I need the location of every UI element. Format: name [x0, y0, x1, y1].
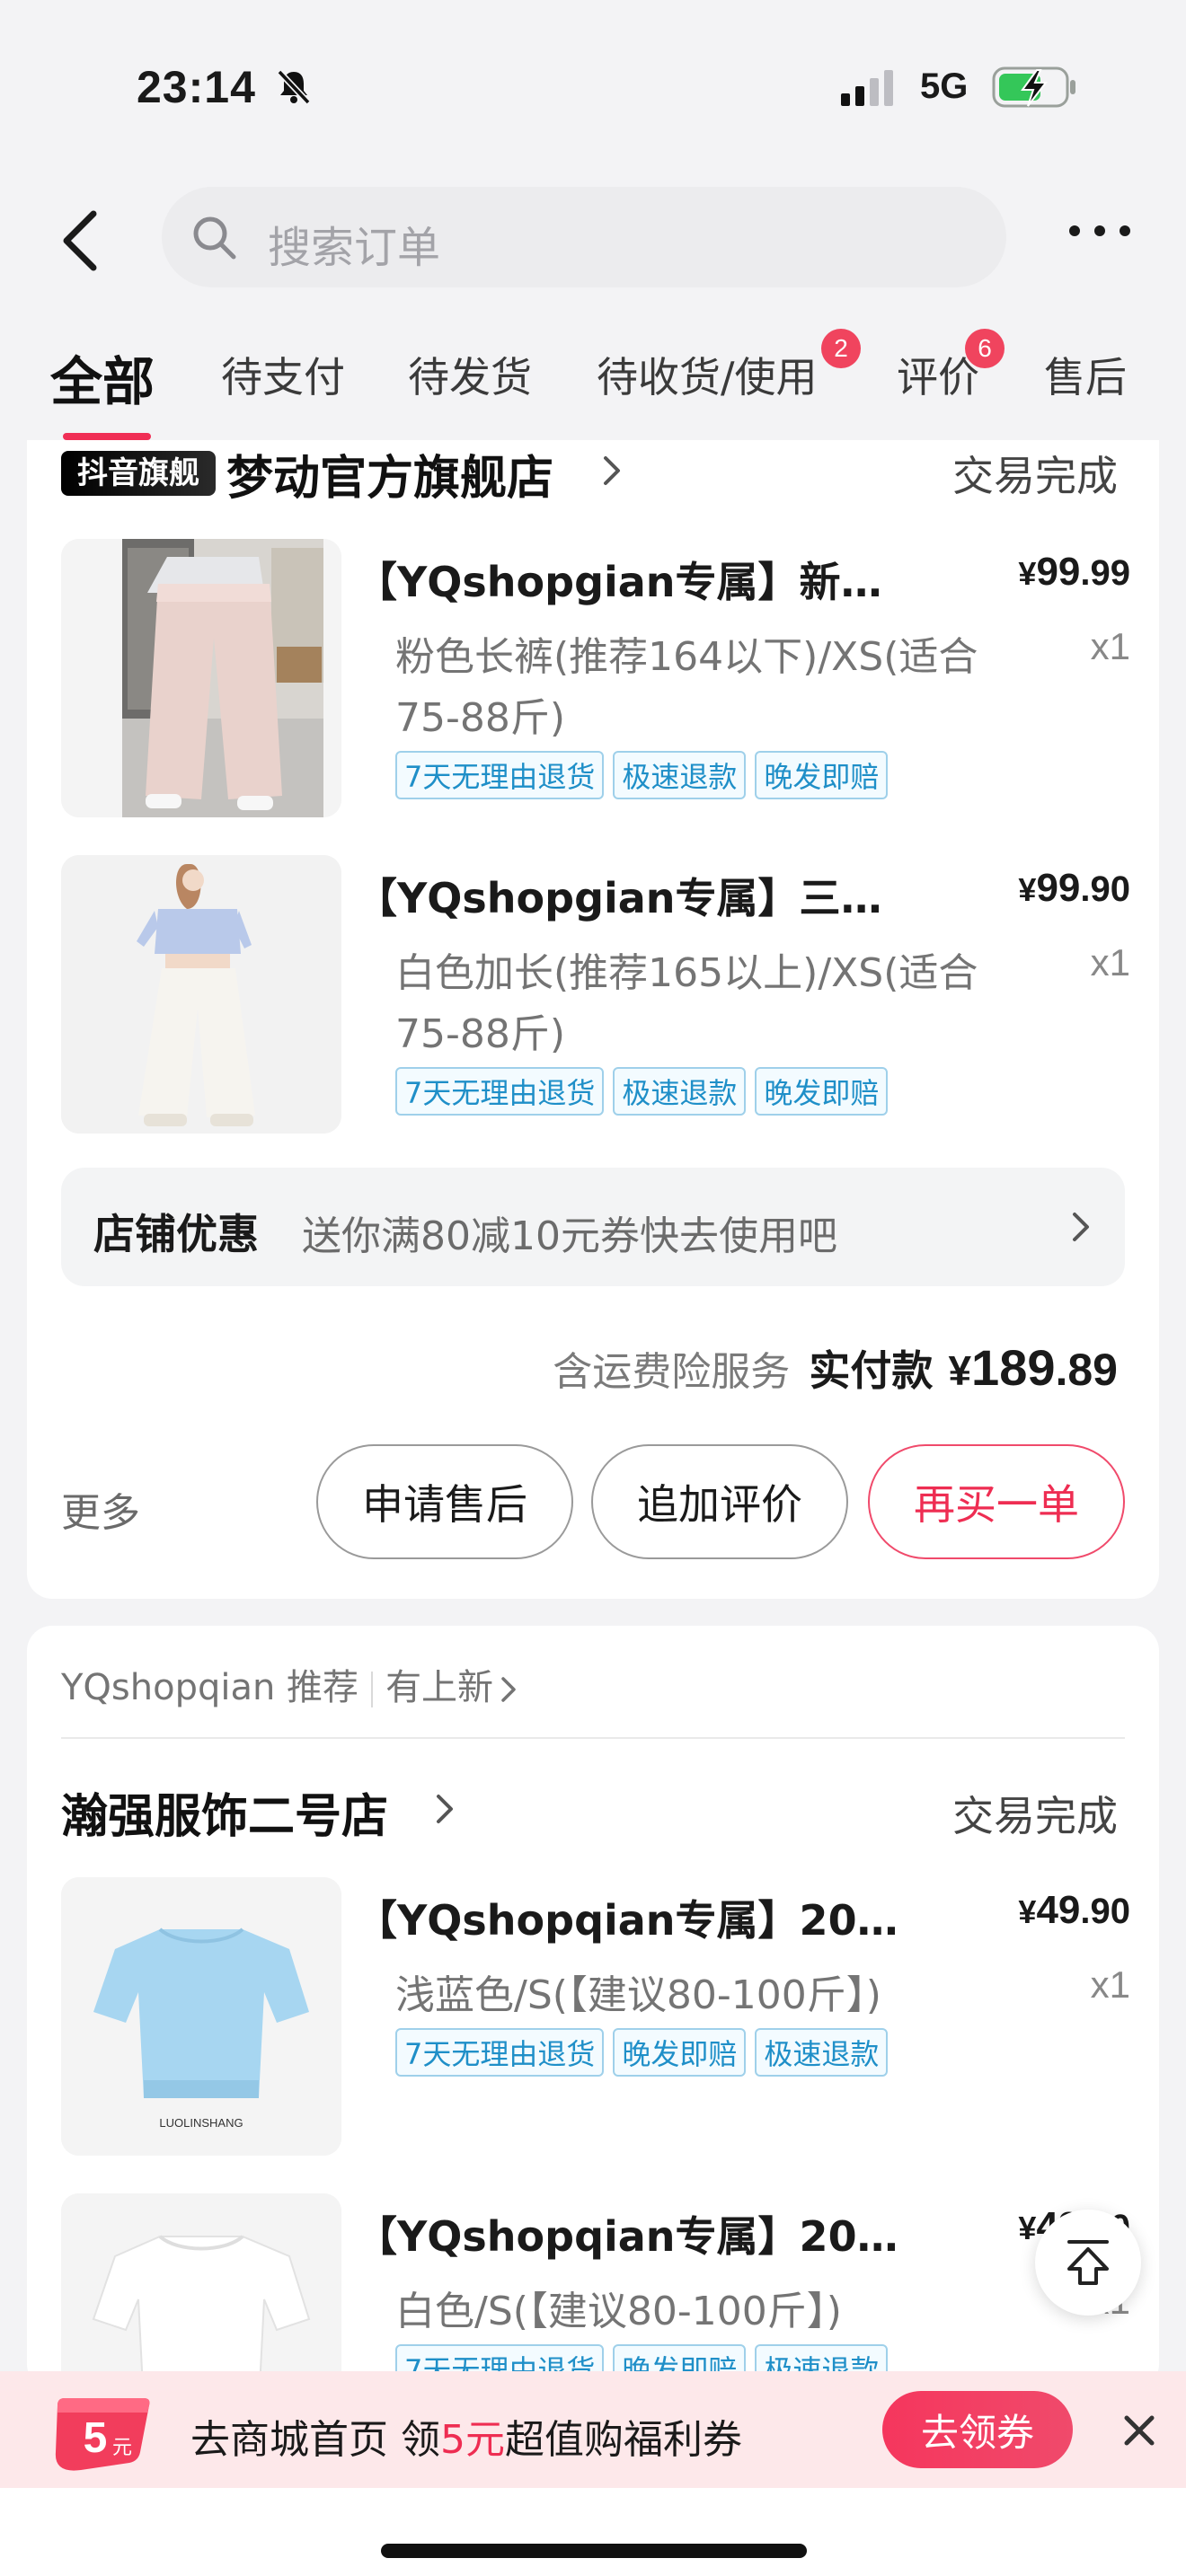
active-tab-indicator	[63, 433, 151, 440]
service-tag: 晚发即赔	[755, 1067, 889, 1116]
shipping-insurance-label: 含运费险服务	[553, 1349, 791, 1395]
product-price: ¥49.90	[1018, 1888, 1130, 1932]
order-tabs: 全部 待支付 待发货 待收货/使用 2 评价 6 售后	[0, 314, 1186, 440]
coupon-banner[interactable]: 5 元 去商城首页 领5元超值购福利券 去领券	[0, 2371, 1186, 2488]
chevron-right-icon	[437, 1795, 453, 1823]
service-tag: 7天无理由退货	[395, 2028, 605, 2077]
service-tag: 极速退款	[755, 2028, 889, 2077]
tab-pending-shipment[interactable]: 待发货	[408, 345, 532, 404]
battery-charging-icon	[992, 66, 1075, 108]
coupon-unit: 元	[112, 2437, 132, 2459]
service-tag: 7天无理由退货	[395, 1067, 605, 1116]
order-item[interactable]: 【YQshopgian专属】三防垂感阔腿裤女 ¥99.90 白色加长(推荐165…	[61, 855, 1130, 1134]
service-tag: 极速退款	[613, 1067, 747, 1116]
product-title: 【YQshopqian专属】2025新款冰丝针织短袖上衣	[356, 2212, 913, 2261]
search-icon	[193, 216, 236, 260]
promo-text: 送你满80减10元券快去使用吧	[302, 1213, 837, 1259]
product-spec: 白色/S(【建议80-100斤】)	[395, 2289, 842, 2334]
clock: 23:14	[137, 62, 256, 112]
chevron-right-icon	[501, 1677, 516, 1702]
shop-name[interactable]: 瀚强服饰二号店	[61, 1778, 388, 1846]
order-card: YQshopqian 推荐 有上新 瀚强服饰二号店 交易完成 LUOLINSHAN…	[27, 1626, 1159, 2389]
network-type: 5G	[920, 66, 969, 106]
product-title: 【YQshopgian专属】三防垂感阔腿裤女	[356, 874, 913, 922]
chevron-right-icon	[604, 456, 620, 485]
service-tags: 7天无理由退货 极速退款 晚发即赔	[395, 1067, 889, 1116]
tab-pending-payment[interactable]: 待支付	[221, 345, 345, 404]
tab-badge: 6	[965, 329, 1005, 368]
order-total: 含运费险服务 实付款 ¥189.89	[553, 1338, 1118, 1398]
product-quantity: x1	[1090, 941, 1130, 984]
search-placeholder: 搜索订单	[268, 223, 441, 273]
search-input[interactable]: 搜索订单	[162, 187, 1006, 287]
paid-amount: ¥189.89	[948, 1339, 1118, 1396]
status-bar: 23:14 5G	[0, 0, 1186, 171]
product-spec: 粉色长裤(推荐164以下)/XS(适合75-88斤)	[395, 634, 978, 741]
back-to-top-button[interactable]	[1035, 2210, 1141, 2316]
shop-promo-row[interactable]: 店铺优惠 送你满80减10元券快去使用吧	[61, 1168, 1125, 1286]
back-arrow-icon[interactable]	[54, 205, 108, 277]
service-tags: 7天无理由退货 极速退款 晚发即赔	[395, 751, 889, 799]
coupon-value: 5	[84, 2414, 108, 2462]
product-image-blue-top[interactable]: LUOLINSHANG	[61, 1877, 341, 2156]
shop-name[interactable]: 梦动官方旗舰店	[226, 440, 553, 507]
paid-label: 实付款	[809, 1346, 934, 1395]
chevron-right-icon	[1073, 1213, 1089, 1241]
apply-after-sale-button[interactable]: 申请售后	[316, 1444, 573, 1559]
tab-after-sale[interactable]: 售后	[1044, 345, 1127, 404]
product-price: ¥99.90	[1018, 866, 1130, 910]
banner-text: 去商城首页 领5元超值购福利券	[190, 2417, 742, 2463]
product-spec: 白色加长(推荐165以上)/XS(适合75-88斤)	[395, 950, 978, 1057]
tab-pending-receipt[interactable]: 待收货/使用	[597, 345, 818, 404]
buy-again-button[interactable]: 再买一单	[868, 1444, 1125, 1559]
order-status: 交易完成	[952, 1792, 1118, 1840]
top-bar: 搜索订单	[0, 171, 1186, 305]
service-tags: 7天无理由退货 晚发即赔 极速退款	[395, 2028, 889, 2077]
tab-badge: 2	[821, 329, 861, 368]
service-tag: 晚发即赔	[613, 2028, 747, 2077]
close-icon[interactable]	[1120, 2411, 1159, 2450]
promo-label: 店铺优惠	[93, 1210, 259, 1258]
coupon-badge-icon: 5 元	[55, 2398, 150, 2471]
divider	[61, 1737, 1125, 1739]
shop-flagship-tag: 抖音旗舰	[61, 451, 216, 496]
service-tag: 7天无理由退货	[395, 751, 605, 799]
claim-coupon-button[interactable]: 去领券	[882, 2391, 1073, 2468]
order-item[interactable]: 【YQshopgian专属】新款防晒显瘦宽松阔腿裤 ¥99.99 粉色长裤(推荐…	[61, 539, 1130, 817]
service-tag: 晚发即赔	[755, 751, 889, 799]
order-card: 抖音旗舰 梦动官方旗舰店 交易完成 【YQshopgian专属】新款防晒显瘦宽松…	[27, 440, 1159, 1599]
order-item[interactable]: LUOLINSHANG 【YQshopqian专属】2025新款冰丝针织短袖上衣…	[61, 1877, 1130, 2156]
home-indicator[interactable]	[381, 2544, 807, 2558]
tab-all[interactable]: 全部	[50, 340, 155, 415]
product-quantity: x1	[1090, 625, 1130, 667]
product-image-white-pants[interactable]	[61, 855, 341, 1134]
product-image-white-top[interactable]	[61, 2193, 341, 2389]
more-link[interactable]: 更多	[61, 1480, 140, 1538]
recommend-row[interactable]: YQshopqian 推荐 有上新	[61, 1658, 518, 1710]
product-spec: 浅蓝色/S(【建议80-100斤】)	[395, 1972, 881, 2018]
service-tag: 极速退款	[613, 751, 747, 799]
thumb-brand-text: LUOLINSHANG	[159, 2116, 243, 2130]
back-to-top-icon	[1067, 2240, 1109, 2285]
product-image-pink-pants[interactable]	[61, 539, 341, 817]
add-review-button[interactable]: 追加评价	[591, 1444, 848, 1559]
product-quantity: x1	[1090, 1963, 1130, 2006]
separator	[371, 1672, 374, 1707]
signal-icon	[841, 70, 893, 106]
order-status: 交易完成	[952, 452, 1118, 500]
recommend-source: YQshopqian 推荐	[61, 1667, 359, 1708]
new-arrivals-link: 有上新	[385, 1667, 494, 1708]
home-indicator-area	[0, 2488, 1186, 2576]
order-item[interactable]: 【YQshopqian专属】2025新款冰丝针织短袖上衣 ¥49.90 白色/S…	[61, 2193, 1130, 2389]
product-price: ¥99.99	[1018, 550, 1130, 594]
silent-bell-icon	[277, 69, 311, 105]
product-title: 【YQshopgian专属】新款防晒显瘦宽松阔腿裤	[356, 558, 913, 606]
more-options-icon[interactable]	[1064, 217, 1136, 244]
product-title: 【YQshopqian专属】2025新款冰丝针织短袖上衣	[356, 1896, 913, 1945]
